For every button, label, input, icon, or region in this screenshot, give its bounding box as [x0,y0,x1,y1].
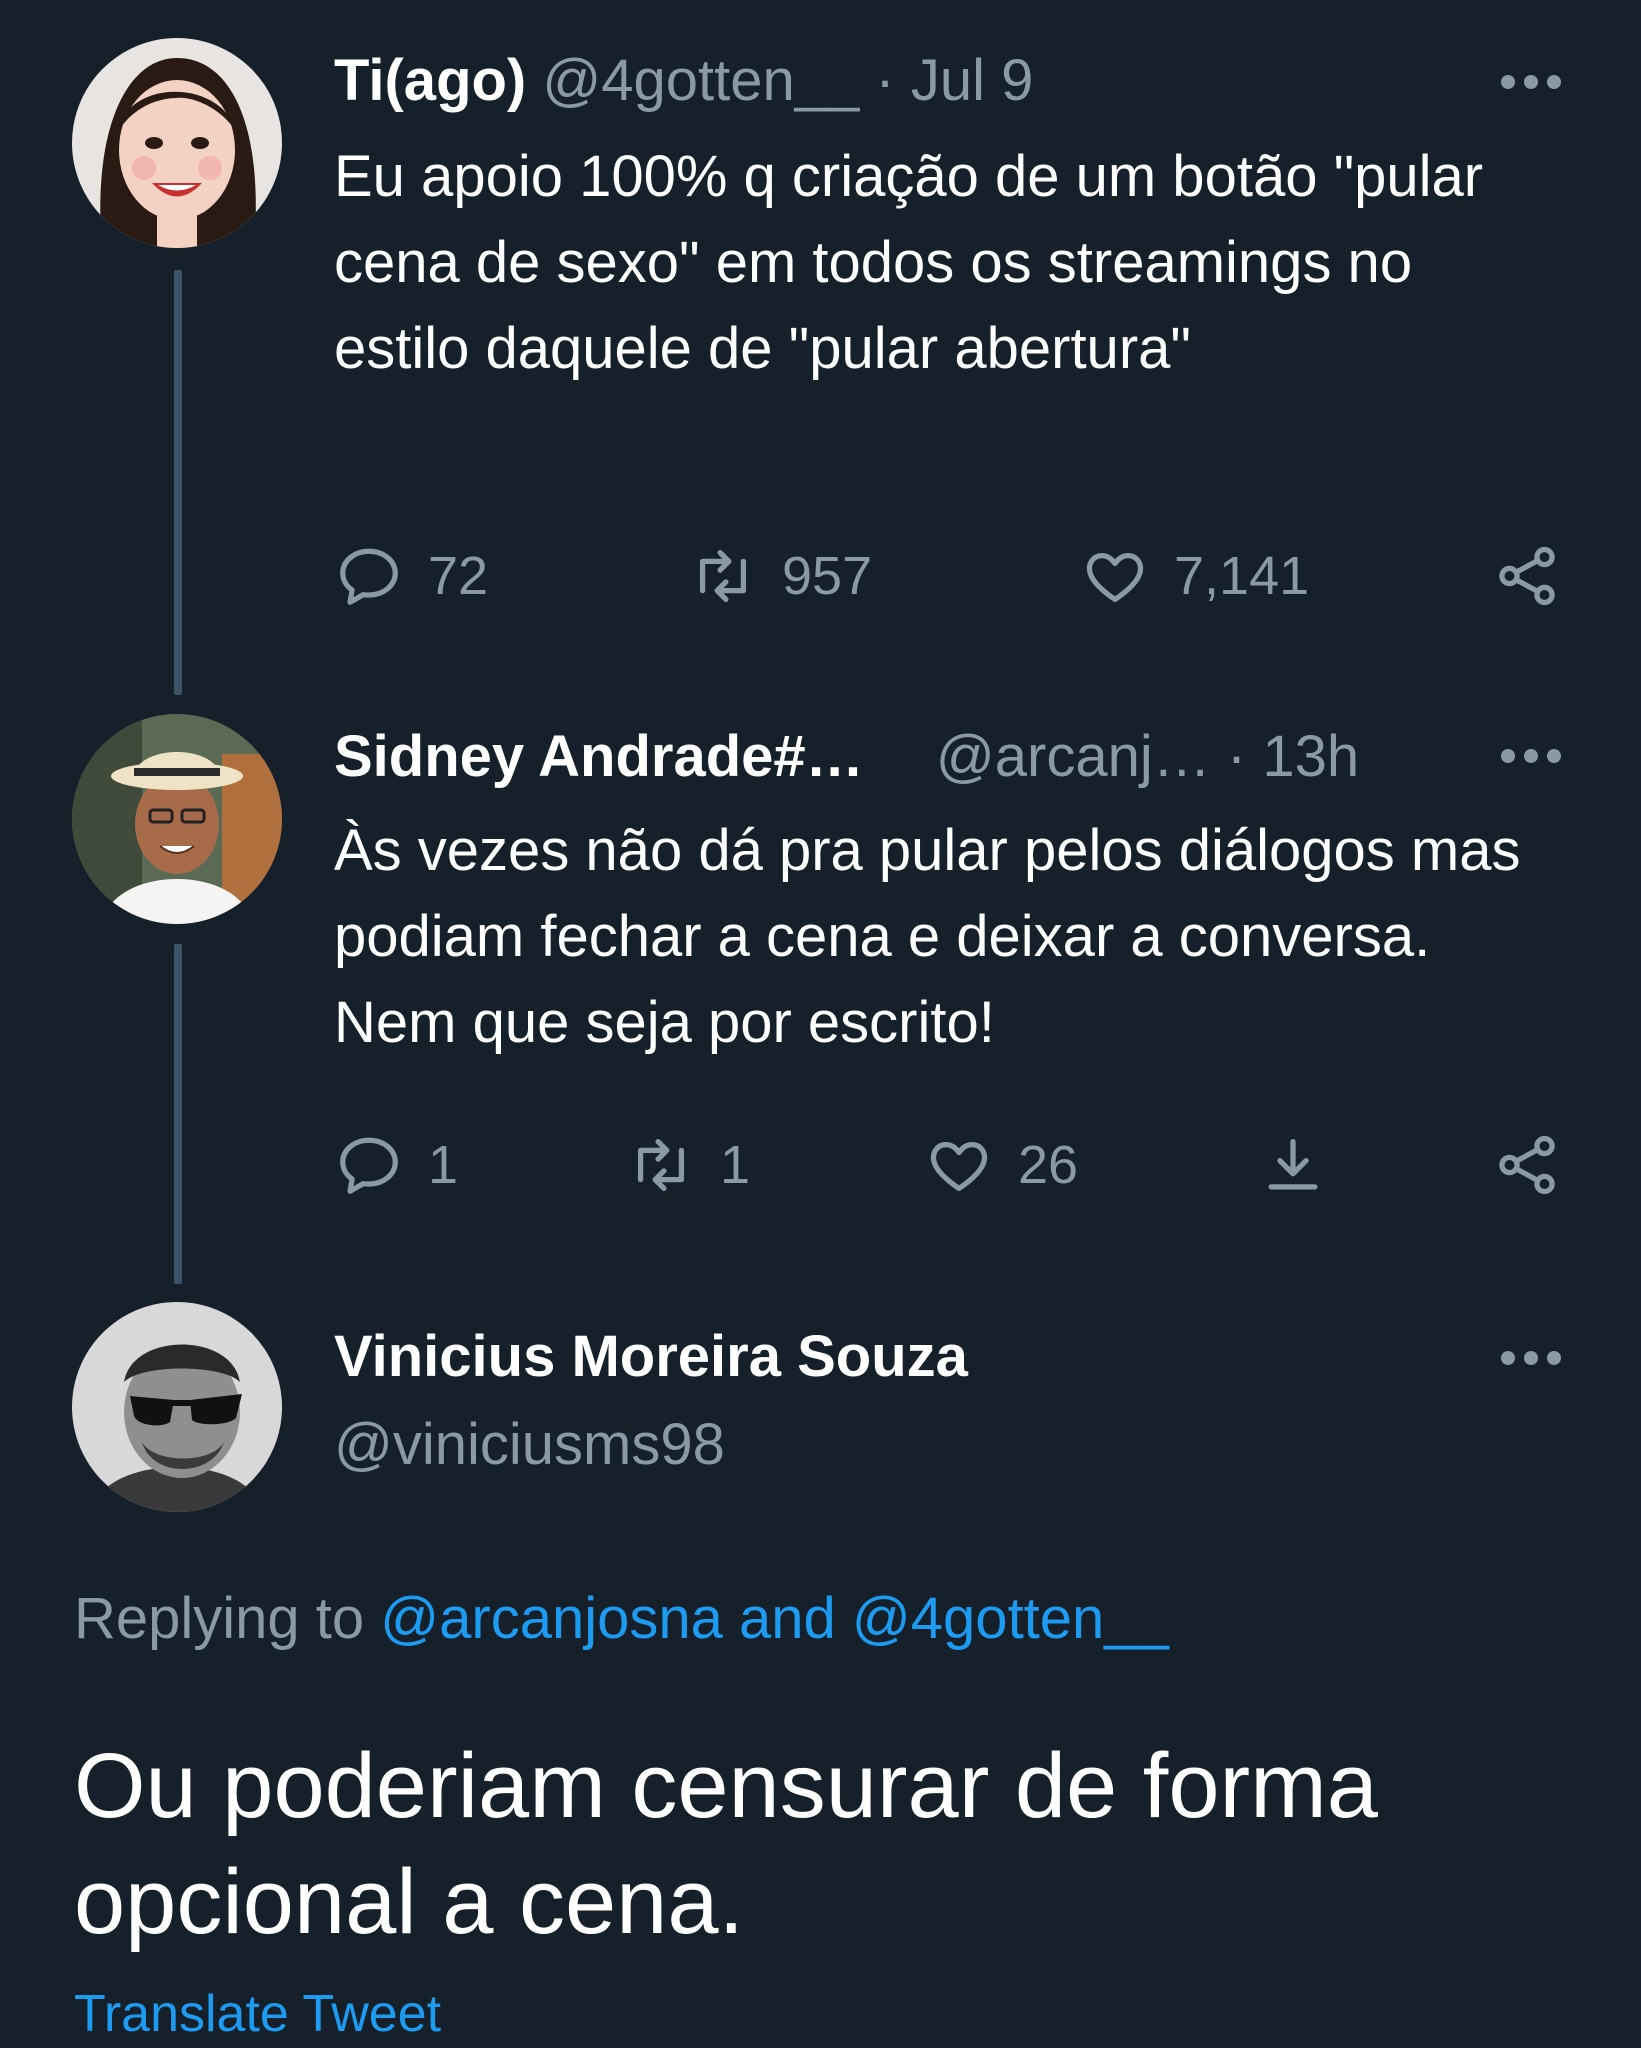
reply-button[interactable]: 72 [334,541,488,611]
share-button[interactable] [1492,1130,1562,1205]
more-icon[interactable] [1501,746,1561,766]
replying-to: Replying to @arcanjosna and @4gotten__ [74,1584,1169,1654]
display-name[interactable]: Sidney Andrade#… [334,724,864,789]
reply-icon [340,548,398,605]
avatar-vinicius[interactable] [72,1302,282,1512]
like-count: 26 [1018,1135,1079,1195]
thread-line [174,944,182,1284]
tweet-header: Ti(ago) @4gotten__ · Jul 9 [334,46,1033,116]
reply-count: 72 [428,546,489,606]
timestamp[interactable]: · Jul 9 [875,48,1033,113]
retweet-count: 1 [720,1135,751,1195]
download-icon [1268,1139,1318,1190]
retweet-icon [699,550,747,602]
more-icon[interactable] [1501,72,1561,92]
avatar-sidney[interactable] [72,714,282,924]
retweet-button[interactable]: 957 [688,541,872,611]
share-icon [1499,1135,1555,1195]
reply-icon [340,1137,398,1194]
like-button[interactable]: 26 [924,1130,1078,1200]
tweet-text: Eu apoio 100% q criação de um botão "pul… [334,144,1484,381]
main-user-handle[interactable]: @viniciusms98 [334,1410,725,1480]
share-button[interactable] [1492,541,1562,616]
replying-prefix: Replying to [74,1586,365,1651]
reply-button[interactable]: 1 [334,1130,458,1200]
thread-line [174,270,182,695]
share-icon [1499,546,1555,606]
like-count: 7,141 [1174,546,1310,606]
like-button[interactable]: 7,141 [1080,541,1309,611]
more-icon[interactable] [1501,1348,1561,1368]
user-handle[interactable]: @4gotten__ [542,48,859,113]
reply-count: 1 [428,1135,459,1195]
tweet-text: Às vezes não dá pra pular pelos diálogos… [334,818,1521,1055]
avatar-tiago[interactable] [72,38,282,248]
translate-tweet-link[interactable]: Translate Tweet [74,1984,441,2044]
replying-users-link[interactable]: @arcanjosna and @4gotten__ [380,1586,1169,1651]
like-icon [930,1141,988,1191]
like-icon [1086,552,1144,602]
user-handle[interactable]: @arcanj… [936,724,1211,789]
main-display-name[interactable]: Vinicius Moreira Souza [334,1322,968,1392]
timestamp[interactable]: · 13h [1227,724,1359,789]
tweet-header: Sidney Andrade#… @arcanj… · 13h [334,722,1359,792]
display-name[interactable]: Ti(ago) [334,48,526,113]
retweet-icon [637,1139,685,1191]
download-button[interactable] [1258,1130,1328,1205]
retweet-count: 957 [782,546,873,606]
retweet-button[interactable]: 1 [626,1130,750,1200]
main-tweet-text: Ou poderiam censurar de forma opcional a… [74,1735,1378,1953]
